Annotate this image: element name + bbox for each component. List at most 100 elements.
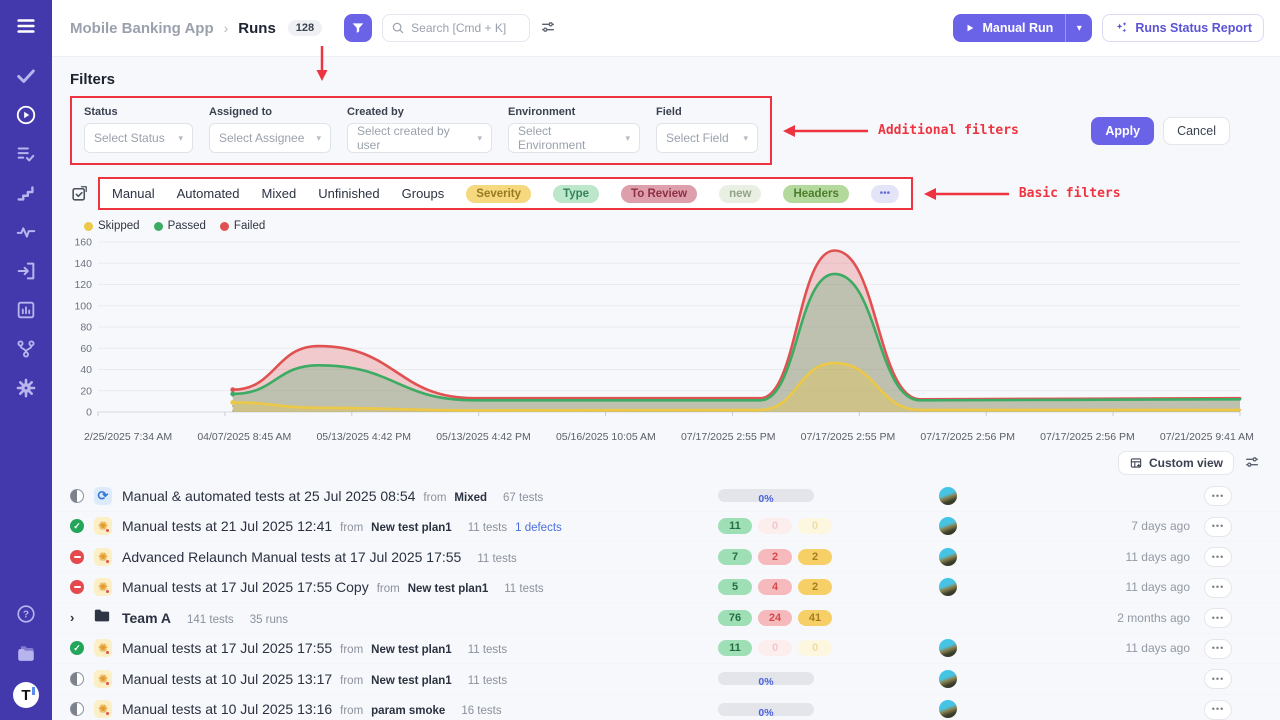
- filter-select-environment[interactable]: Select Environment▾: [508, 123, 640, 153]
- basic-filter-tag-severity[interactable]: Severity: [466, 185, 531, 203]
- filter-field-label: Environment: [508, 106, 640, 118]
- run-name[interactable]: Manual tests at 21 Jul 2025 12:41: [122, 518, 332, 534]
- chart-plot-area[interactable]: 020406080100120140160: [70, 234, 1270, 431]
- run-list-row[interactable]: ✺Advanced Relaunch Manual tests at 17 Ju…: [52, 542, 1280, 573]
- row-more-menu-button[interactable]: •••: [1204, 547, 1232, 567]
- run-list-row[interactable]: ✺Manual tests at 10 Jul 2025 13:17fromNe…: [52, 664, 1280, 695]
- run-menu-cell: •••: [1204, 699, 1238, 720]
- run-name-cell: Manual tests at 10 Jul 2025 13:16 frompar…: [122, 701, 718, 717]
- run-name[interactable]: Team A: [122, 610, 171, 626]
- avatar[interactable]: [939, 487, 957, 505]
- row-more-menu-button[interactable]: •••: [1204, 608, 1232, 628]
- basic-filter-tab-automated[interactable]: Automated: [177, 186, 240, 201]
- run-list-row[interactable]: ›Team A141 tests35 runs7624412 months ag…: [52, 603, 1280, 634]
- settings-gear-icon[interactable]: [14, 376, 38, 400]
- avatar[interactable]: [939, 639, 957, 657]
- menu-icon[interactable]: [14, 14, 38, 38]
- app-logo[interactable]: T: [13, 682, 39, 708]
- import-icon[interactable]: [14, 259, 38, 283]
- basic-filters-annotation-box: Manual Automated Mixed Unfinished Groups Seve…: [98, 177, 913, 210]
- docs-icon[interactable]: [14, 642, 38, 666]
- result-badge-yellow: 2: [798, 549, 832, 565]
- basic-filter-tab-unfinished[interactable]: Unfinished: [318, 186, 379, 201]
- basic-filter-tab-groups[interactable]: Groups: [402, 186, 445, 201]
- basic-filter-tag-type[interactable]: Type: [553, 185, 599, 203]
- run-from-label: from: [423, 492, 446, 504]
- run-source: New test plan1: [371, 522, 452, 534]
- filter-select-created-by[interactable]: Select created by user▾: [347, 123, 492, 153]
- avatar[interactable]: [939, 578, 957, 596]
- filter-toggle-button[interactable]: [344, 14, 372, 42]
- tests-check-icon[interactable]: [14, 64, 38, 88]
- manual-run-icon: ✺: [94, 670, 112, 688]
- filter-select-assigned-to[interactable]: Select Assignee▾: [209, 123, 331, 153]
- run-list-row[interactable]: ⟳Manual & automated tests at 25 Jul 2025…: [52, 481, 1280, 512]
- row-more-menu-button[interactable]: •••: [1204, 486, 1232, 506]
- run-source: param smoke: [371, 705, 445, 717]
- test-plans-icon[interactable]: [14, 142, 38, 166]
- basic-filter-tab-manual[interactable]: Manual: [112, 186, 155, 201]
- run-list-row[interactable]: ✓✺Manual tests at 17 Jul 2025 17:55fromN…: [52, 634, 1280, 665]
- run-type-cell: ✺: [94, 548, 122, 566]
- svg-text:160: 160: [74, 237, 92, 249]
- basic-filter-tag-new[interactable]: new: [719, 185, 761, 203]
- runs-play-icon[interactable]: [14, 103, 38, 127]
- svg-text:60: 60: [80, 343, 92, 355]
- bulk-select-icon[interactable]: [70, 184, 89, 203]
- run-name[interactable]: Manual tests at 17 Jul 2025 17:55: [122, 640, 332, 656]
- row-more-menu-button[interactable]: •••: [1204, 669, 1232, 689]
- run-tests-count: 67 tests: [503, 492, 543, 504]
- basic-filter-tab-mixed[interactable]: Mixed: [262, 186, 297, 201]
- run-name[interactable]: Manual tests at 17 Jul 2025 17:55 Copy: [122, 579, 369, 595]
- run-list-row[interactable]: ✺Manual tests at 10 Jul 2025 13:16frompa…: [52, 695, 1280, 720]
- filter-field-label: Created by: [347, 106, 492, 118]
- custom-view-button[interactable]: Custom view: [1118, 451, 1234, 475]
- analytics-icon[interactable]: [14, 298, 38, 322]
- filter-field-label: Assigned to: [209, 106, 331, 118]
- row-more-menu-button[interactable]: •••: [1204, 700, 1232, 720]
- run-name[interactable]: Manual & automated tests at 25 Jul 2025 …: [122, 488, 415, 504]
- avatar[interactable]: [939, 700, 957, 718]
- run-tests-count: 16 tests: [461, 705, 501, 717]
- avatar[interactable]: [939, 517, 957, 535]
- run-list-row[interactable]: ✺Manual tests at 17 Jul 2025 17:55 Copyf…: [52, 573, 1280, 604]
- manual-run-button[interactable]: Manual Run ▾: [953, 14, 1092, 42]
- run-defects-link[interactable]: 1 defects: [515, 522, 562, 534]
- legend-item-skipped: Skipped: [84, 220, 140, 232]
- basic-filter-tag-headers[interactable]: Headers: [783, 185, 848, 203]
- filter-select-status[interactable]: Select Status▾: [84, 123, 193, 153]
- runs-status-report-button[interactable]: Runs Status Report: [1102, 14, 1264, 42]
- pulse-icon[interactable]: [14, 220, 38, 244]
- chevron-down-icon: ▾: [743, 133, 748, 144]
- run-avatar-cell: [888, 578, 1008, 596]
- avatar[interactable]: [939, 670, 957, 688]
- run-name[interactable]: Advanced Relaunch Manual tests at 17 Jul…: [122, 549, 461, 565]
- search-box[interactable]: [382, 14, 530, 42]
- apply-button[interactable]: Apply: [1091, 117, 1154, 145]
- avatar[interactable]: [939, 548, 957, 566]
- run-name[interactable]: Manual tests at 10 Jul 2025 13:16: [122, 701, 332, 717]
- run-list-row[interactable]: ✓✺Manual tests at 21 Jul 2025 12:41fromN…: [52, 512, 1280, 543]
- row-more-menu-button[interactable]: •••: [1204, 517, 1232, 537]
- manual-run-dropdown-caret[interactable]: ▾: [1066, 23, 1092, 34]
- steps-icon[interactable]: [14, 181, 38, 205]
- search-settings-sliders-icon[interactable]: [540, 19, 558, 37]
- row-more-menu-button[interactable]: •••: [1204, 578, 1232, 598]
- help-icon[interactable]: ?: [14, 602, 38, 626]
- run-name-cell: Team A141 tests35 runs: [122, 610, 718, 626]
- breadcrumb-project[interactable]: Mobile Banking App: [70, 20, 214, 37]
- run-from-label: from: [340, 705, 363, 717]
- search-input[interactable]: [411, 21, 521, 35]
- cancel-button[interactable]: Cancel: [1163, 117, 1230, 145]
- branches-icon[interactable]: [14, 337, 38, 361]
- list-settings-sliders-icon[interactable]: [1244, 454, 1262, 472]
- filter-select-field[interactable]: Select Field▾: [656, 123, 758, 153]
- basic-filter-tag-to-review[interactable]: To Review: [621, 185, 697, 203]
- run-name[interactable]: Manual tests at 10 Jul 2025 13:17: [122, 671, 332, 687]
- run-status-passed-icon: ✓: [70, 641, 84, 655]
- svg-text:0: 0: [86, 407, 92, 419]
- expand-chevron-icon[interactable]: ›: [70, 610, 74, 625]
- row-more-menu-button[interactable]: •••: [1204, 639, 1232, 659]
- run-status-cell: ✓: [70, 519, 94, 533]
- basic-filters-more-button[interactable]: •••: [871, 185, 899, 203]
